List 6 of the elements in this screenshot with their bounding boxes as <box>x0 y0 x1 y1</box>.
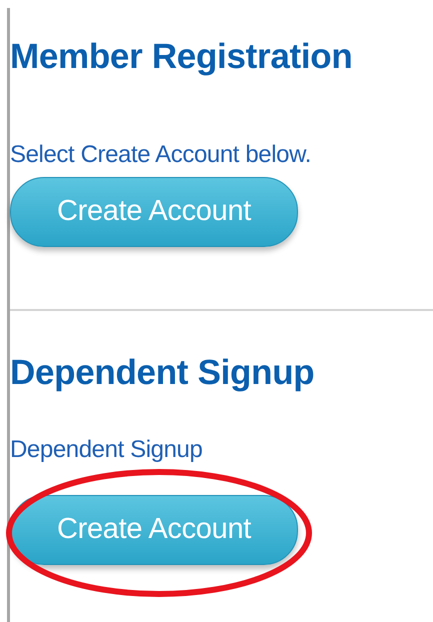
create-account-button[interactable]: Create Account <box>10 177 298 247</box>
section-description: Select Create Account below. <box>10 140 312 170</box>
create-account-button[interactable]: Create Account <box>10 495 298 565</box>
section-heading: Dependent Signup <box>10 352 316 394</box>
section-description: Dependent Signup <box>10 435 204 465</box>
section-heading: Member Registration <box>10 36 354 78</box>
